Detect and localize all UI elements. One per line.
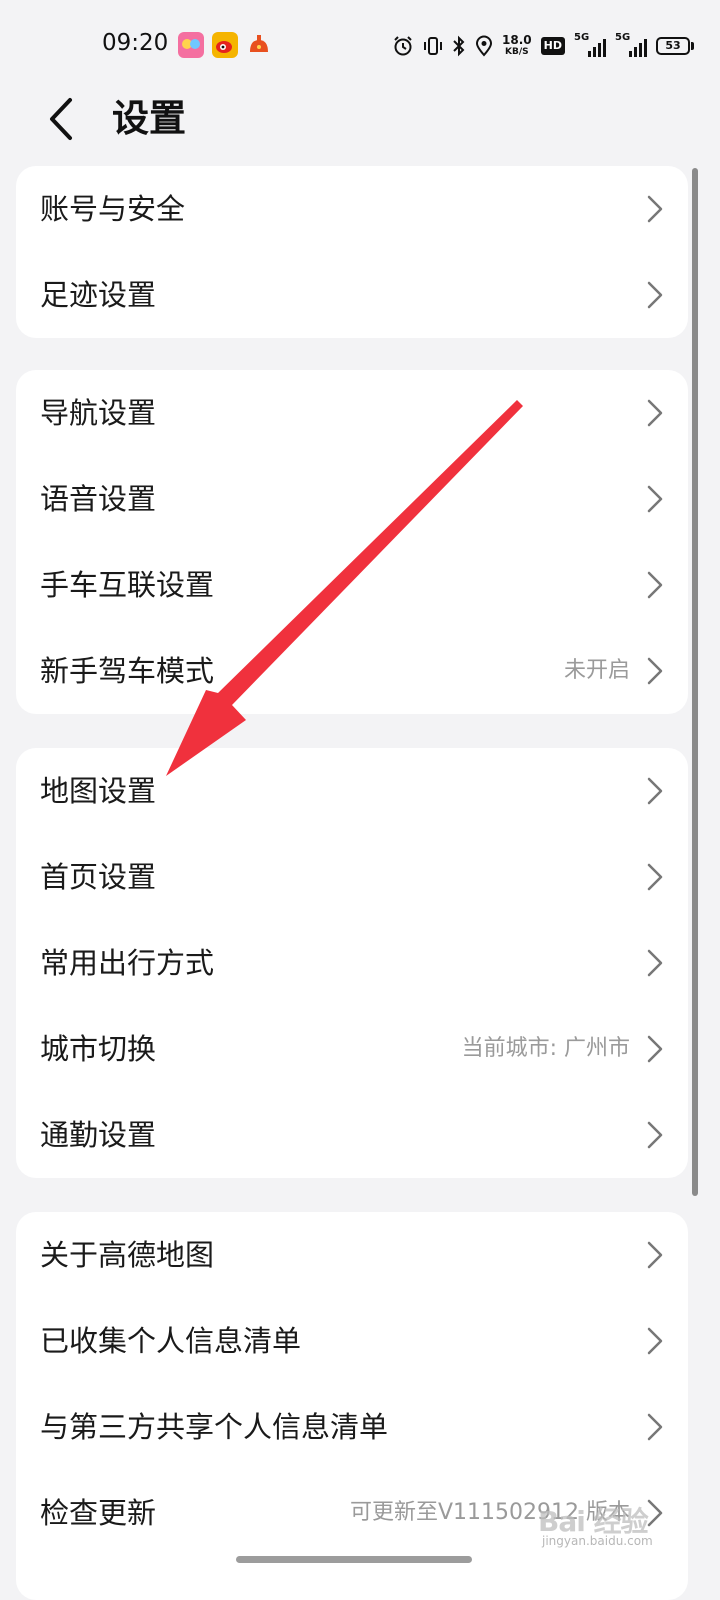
- status-bar: 09:20 18.0 KB/S HD 5G 5G 53: [0, 0, 720, 92]
- settings-item-city-switch[interactable]: 城市切换 当前城市: 广州市: [16, 1006, 688, 1092]
- page-header: 设置: [0, 80, 720, 160]
- settings-item-label: 新手驾车模式: [40, 654, 215, 688]
- settings-item-travel-mode[interactable]: 常用出行方式: [16, 920, 688, 1006]
- chevron-right-icon: [647, 1121, 663, 1149]
- settings-group-map: 地图设置 首页设置 常用出行方式 城市切换 当前城市: 广州市 通勤设置: [16, 748, 688, 1178]
- settings-item-map[interactable]: 地图设置: [16, 748, 688, 834]
- settings-item-label: 常用出行方式: [40, 946, 215, 980]
- settings-item-footprint[interactable]: 足迹设置: [16, 252, 688, 338]
- chevron-right-icon: [647, 657, 663, 685]
- settings-item-label: 通勤设置: [40, 1118, 157, 1152]
- network-speed: 18.0 KB/S: [502, 33, 532, 57]
- settings-item-label: 城市切换: [40, 1032, 157, 1066]
- sim1-signal: 5G: [574, 33, 606, 57]
- settings-item-label: 地图设置: [40, 774, 157, 808]
- settings-item-value: 当前城市: 广州市: [461, 1036, 630, 1061]
- signal-icon: [629, 39, 647, 57]
- settings-item-commute[interactable]: 通勤设置: [16, 1092, 688, 1178]
- settings-item-homepage[interactable]: 首页设置: [16, 834, 688, 920]
- chevron-right-icon: [647, 863, 663, 891]
- status-right-group: 18.0 KB/S HD 5G 5G 53: [392, 30, 694, 62]
- settings-item-label: 已收集个人信息清单: [40, 1324, 302, 1358]
- location-icon: [476, 35, 493, 57]
- sim2-signal: 5G: [615, 33, 647, 57]
- settings-item-label: 手车互联设置: [40, 568, 215, 602]
- status-time: 09:20: [102, 30, 169, 56]
- chevron-right-icon: [647, 399, 663, 427]
- settings-item-voice[interactable]: 语音设置: [16, 456, 688, 542]
- settings-item-label: 与第三方共享个人信息清单: [40, 1410, 389, 1444]
- chevron-right-icon: [647, 485, 663, 513]
- bluetooth-icon: [453, 35, 465, 57]
- settings-item-novice-driving[interactable]: 新手驾车模式 未开启: [16, 628, 688, 714]
- chevron-right-icon: [647, 949, 663, 977]
- settings-item-label: 足迹设置: [40, 278, 157, 312]
- chevron-right-icon: [647, 1413, 663, 1441]
- vibrate-icon: [424, 37, 443, 55]
- signal-icon: [588, 39, 606, 57]
- settings-item-account-security[interactable]: 账号与安全: [16, 166, 688, 252]
- chevron-right-icon: [647, 1035, 663, 1063]
- settings-item-label: 导航设置: [40, 396, 157, 430]
- alarm-icon: [394, 36, 412, 56]
- settings-group-navigation: 导航设置 语音设置 手车互联设置 新手驾车模式 未开启: [16, 370, 688, 714]
- chevron-right-icon: [647, 195, 663, 223]
- chevron-right-icon: [647, 281, 663, 309]
- settings-item-label: 首页设置: [40, 860, 157, 894]
- settings-item-about[interactable]: 关于高德地图: [16, 1212, 688, 1298]
- settings-item-label: 检查更新: [40, 1496, 157, 1530]
- hd-badge: HD: [540, 37, 565, 55]
- back-button[interactable]: [36, 94, 86, 144]
- weibo-icon: [212, 32, 238, 58]
- settings-item-shared-info[interactable]: 与第三方共享个人信息清单: [16, 1384, 688, 1470]
- settings-item-label: 关于高德地图: [40, 1238, 215, 1272]
- settings-item-label: 账号与安全: [40, 192, 186, 226]
- baidu-jingyan-watermark: Bai 经验 jingyan.baidu.com: [538, 1500, 688, 1548]
- settings-item-navigation[interactable]: 导航设置: [16, 370, 688, 456]
- page-title: 设置: [112, 97, 186, 140]
- chevron-right-icon: [647, 777, 663, 805]
- home-indicator[interactable]: [236, 1556, 472, 1563]
- chevron-left-icon: [50, 98, 72, 140]
- battery-indicator: 53: [656, 37, 694, 55]
- chevron-right-icon: [647, 1241, 663, 1269]
- alert-app-icon: [246, 32, 272, 58]
- scrollbar[interactable]: [692, 168, 698, 1196]
- photo-app-icon: [178, 32, 204, 58]
- settings-item-collected-info[interactable]: 已收集个人信息清单: [16, 1298, 688, 1384]
- settings-group-account: 账号与安全 足迹设置: [16, 166, 688, 338]
- chevron-right-icon: [647, 571, 663, 599]
- settings-item-value: 未开启: [563, 658, 630, 683]
- watermark-url: jingyan.baidu.com: [542, 1534, 653, 1548]
- settings-item-label: 语音设置: [40, 482, 157, 516]
- settings-item-phone-car-link[interactable]: 手车互联设置: [16, 542, 688, 628]
- chevron-right-icon: [647, 1327, 663, 1355]
